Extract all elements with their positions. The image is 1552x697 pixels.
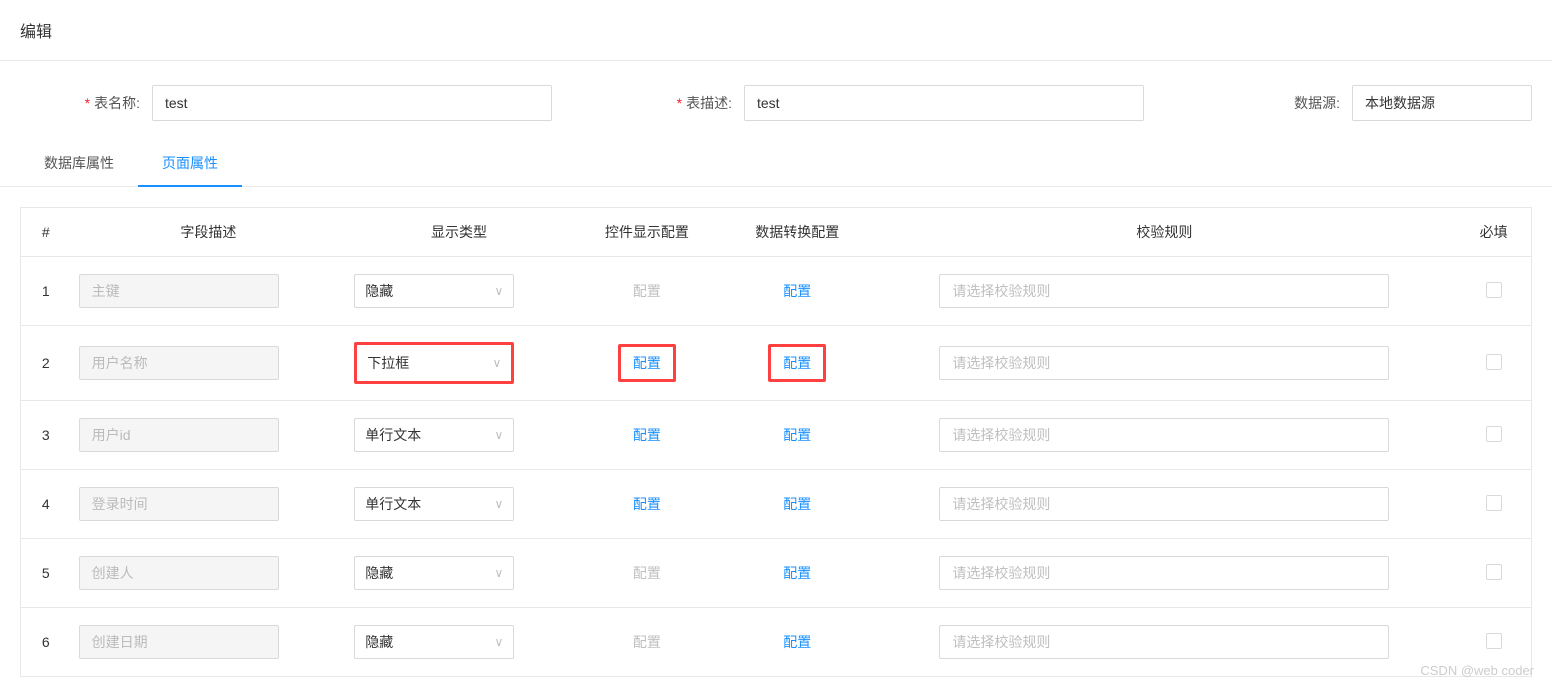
display-type-select[interactable]: 隐藏 ∨ — [354, 556, 514, 590]
form-item-table-name: 表名称: — [80, 85, 552, 121]
attributes-table: # 字段描述 显示类型 控件显示配置 数据转换配置 校验规则 必填 1主键隐藏∨… — [20, 207, 1532, 677]
display-type-select[interactable]: 隐藏 ∨ — [354, 625, 514, 659]
form-item-table-desc: 表描述: — [672, 85, 1144, 121]
row-index: 2 — [21, 326, 71, 401]
display-type-select[interactable]: 单行文本 ∨ — [354, 487, 514, 521]
data-transform-button[interactable]: 配置 — [783, 427, 811, 443]
row-index: 5 — [21, 539, 71, 608]
required-checkbox[interactable] — [1486, 564, 1502, 580]
tabs: 数据库属性 页面属性 — [0, 141, 1552, 187]
table-row: 5创建人 隐藏 ∨ 配置 配置 — [21, 539, 1532, 608]
control-config-button[interactable]: 配置 — [633, 427, 661, 443]
col-display-type: 显示类型 — [346, 208, 572, 257]
control-config-button: 配置 — [633, 565, 661, 581]
watermark: CSDN @web coder — [1420, 663, 1534, 678]
chevron-down-icon: ∨ — [494, 635, 503, 649]
field-desc-input: 登录时间 — [79, 487, 279, 521]
data-transform-button[interactable]: 配置 — [783, 496, 811, 512]
data-transform-button[interactable]: 配置 — [783, 283, 811, 299]
field-desc-input: 用户名称 — [79, 346, 279, 380]
display-type-select[interactable]: 隐藏 ∨ — [354, 274, 514, 308]
validation-rule-input[interactable] — [939, 346, 1389, 380]
select-value: 单行文本 — [365, 425, 421, 445]
chevron-down-icon: ∨ — [494, 428, 503, 442]
required-checkbox[interactable] — [1486, 633, 1502, 649]
display-type-select[interactable]: 单行文本 ∨ — [354, 418, 514, 452]
data-transform-button[interactable]: 配置 — [783, 355, 811, 371]
chevron-down-icon: ∨ — [494, 566, 503, 580]
table-header-row: # 字段描述 显示类型 控件显示配置 数据转换配置 校验规则 必填 — [21, 208, 1532, 257]
validation-rule-input[interactable] — [939, 556, 1389, 590]
tab-page-attributes[interactable]: 页面属性 — [138, 141, 242, 187]
display-type-select[interactable]: 下拉框 ∨ — [354, 342, 514, 384]
tab-database-attributes[interactable]: 数据库属性 — [20, 141, 138, 187]
required-checkbox[interactable] — [1486, 426, 1502, 442]
table-row: 1主键 隐藏 ∨ 配置 配置 — [21, 257, 1532, 326]
select-value: 隐藏 — [365, 563, 393, 583]
table-name-label: 表名称: — [80, 93, 140, 113]
form-row: 表名称: 表描述: 数据源: — [0, 61, 1552, 141]
select-value: 隐藏 — [365, 632, 393, 652]
validation-rule-input[interactable] — [939, 487, 1389, 521]
table-row: 3用户id 单行文本 ∨ 配置 配置 — [21, 401, 1532, 470]
validation-rule-input[interactable] — [939, 418, 1389, 452]
chevron-down-icon: ∨ — [494, 497, 503, 511]
required-checkbox[interactable] — [1486, 495, 1502, 511]
select-value: 隐藏 — [365, 281, 393, 301]
field-desc-input: 创建人 — [79, 556, 279, 590]
table-row: 2用户名称 下拉框 ∨ 配置 配置 — [21, 326, 1532, 401]
page-title: 编辑 — [20, 24, 52, 41]
table-row: 4登录时间 单行文本 ∨ 配置 配置 — [21, 470, 1532, 539]
row-index: 3 — [21, 401, 71, 470]
data-transform-button[interactable]: 配置 — [783, 565, 811, 581]
datasource-input[interactable] — [1352, 85, 1532, 121]
table-desc-input[interactable] — [744, 85, 1144, 121]
field-desc-input: 创建日期 — [79, 625, 279, 659]
control-config-button: 配置 — [633, 634, 661, 650]
col-data-transform: 数据转换配置 — [722, 208, 872, 257]
chevron-down-icon: ∨ — [494, 284, 503, 298]
required-checkbox[interactable] — [1486, 354, 1502, 370]
table-desc-label: 表描述: — [672, 93, 732, 113]
control-config-button[interactable]: 配置 — [633, 355, 661, 371]
row-index: 6 — [21, 608, 71, 677]
row-index: 1 — [21, 257, 71, 326]
page-header: 编辑 — [0, 0, 1552, 61]
datasource-label: 数据源: — [1280, 93, 1340, 113]
field-desc-input: 用户id — [79, 418, 279, 452]
field-desc-input: 主键 — [79, 274, 279, 308]
data-transform-button[interactable]: 配置 — [783, 634, 811, 650]
validation-rule-input[interactable] — [939, 625, 1389, 659]
control-config-button[interactable]: 配置 — [633, 496, 661, 512]
table-container: # 字段描述 显示类型 控件显示配置 数据转换配置 校验规则 必填 1主键隐藏∨… — [0, 187, 1552, 697]
col-field-desc: 字段描述 — [71, 208, 347, 257]
form-item-datasource: 数据源: — [1280, 85, 1532, 121]
required-checkbox[interactable] — [1486, 282, 1502, 298]
control-config-button: 配置 — [633, 283, 661, 299]
table-name-input[interactable] — [152, 85, 552, 121]
select-value: 单行文本 — [365, 494, 421, 514]
select-value: 下拉框 — [367, 353, 409, 373]
validation-rule-input[interactable] — [939, 274, 1389, 308]
col-control-config: 控件显示配置 — [572, 208, 722, 257]
col-validation: 校验规则 — [872, 208, 1456, 257]
table-row: 6创建日期 隐藏 ∨ 配置 配置 — [21, 608, 1532, 677]
chevron-down-icon: ∨ — [492, 356, 501, 370]
row-index: 4 — [21, 470, 71, 539]
col-index: # — [21, 208, 71, 257]
col-required: 必填 — [1456, 208, 1531, 257]
